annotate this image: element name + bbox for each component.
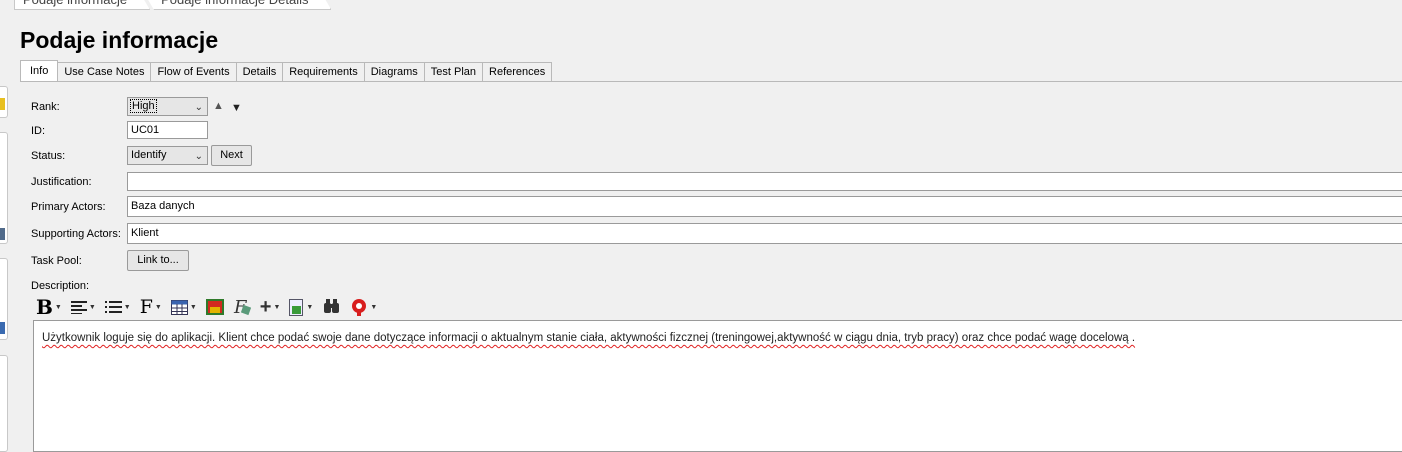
breadcrumb-item[interactable]: Podaje informacje Details	[144, 0, 331, 10]
breadcrumb: Podaje informacje Podaje informacje Deta…	[14, 0, 325, 10]
supporting-actors-field[interactable]: Klient	[127, 223, 1402, 244]
tab-flow-of-events[interactable]: Flow of Events	[151, 62, 237, 82]
formula-icon: F	[233, 298, 251, 316]
image-button[interactable]	[205, 296, 224, 318]
tab-test-plan[interactable]: Test Plan	[424, 62, 484, 82]
tab-details[interactable]: Details	[236, 62, 284, 82]
page-title: Podaje informacje	[20, 27, 219, 53]
status-select[interactable]: Identify ⌄	[127, 146, 208, 165]
justification-label: Justification:	[31, 176, 92, 188]
rank-select[interactable]: High ⌄	[127, 97, 208, 116]
note-icon	[0, 98, 5, 110]
align-button[interactable]: ▼	[70, 296, 96, 318]
rank-label: Rank:	[31, 101, 60, 113]
tab-info[interactable]: Info	[20, 60, 59, 82]
dropdown-arrow-icon: ▼	[123, 303, 131, 311]
spellcheck-button[interactable]: ▼	[350, 296, 377, 318]
justification-field[interactable]	[127, 172, 1402, 191]
image-icon	[205, 299, 224, 315]
font-icon: F	[139, 296, 153, 318]
link-to-button[interactable]: Link to...	[127, 250, 189, 271]
dropdown-arrow-icon: ▼	[370, 303, 378, 311]
list-button[interactable]: ▼	[104, 296, 131, 318]
font-button[interactable]: F ▼	[140, 296, 162, 318]
bold-icon: B	[36, 295, 53, 319]
rank-value: High	[130, 99, 157, 113]
window-icon	[0, 228, 5, 240]
document-button[interactable]: ▼	[289, 296, 313, 318]
gutter-panel[interactable]	[0, 355, 8, 452]
tab-bar: Info Use Case Notes Flow of Events Detai…	[20, 60, 553, 82]
left-gutter	[0, 0, 9, 452]
dropdown-arrow-icon: ▼	[88, 303, 96, 311]
tab-use-case-notes[interactable]: Use Case Notes	[58, 62, 152, 82]
breadcrumb-item[interactable]: Podaje informacje	[14, 0, 150, 10]
description-label: Description:	[31, 280, 90, 292]
rank-down-icon[interactable]: ▼	[231, 102, 242, 114]
description-editor[interactable]: Użytkownik loguje się do aplikacji. Klie…	[33, 320, 1402, 452]
info-panel: Rank: High ⌄ ▲ ▼ ID: UC01 Status: Identi…	[20, 82, 1402, 452]
dropdown-arrow-icon: ▼	[273, 303, 281, 311]
list-icon	[104, 301, 122, 313]
find-button[interactable]	[322, 296, 341, 318]
description-text: Użytkownik loguje się do aplikacji. Klie…	[42, 332, 1136, 344]
insert-icon: +	[259, 295, 272, 318]
diagram-icon	[0, 322, 5, 334]
formula-button[interactable]: F	[233, 296, 251, 318]
primary-actors-field[interactable]: Baza danych	[127, 196, 1402, 217]
id-label: ID:	[31, 125, 46, 137]
insert-button[interactable]: + ▼	[260, 296, 281, 318]
tab-references[interactable]: References	[483, 62, 553, 82]
document-icon	[289, 298, 304, 316]
dropdown-arrow-icon: ▼	[154, 303, 162, 311]
supporting-actors-label: Supporting Actors:	[31, 228, 121, 240]
table-icon	[170, 299, 188, 315]
next-button[interactable]: Next	[211, 145, 252, 166]
tab-requirements[interactable]: Requirements	[283, 62, 365, 82]
align-icon	[70, 301, 87, 314]
dropdown-arrow-icon: ▼	[306, 303, 314, 311]
editor-toolbar: B ▼ ▼ ▼ F ▼ ▼ F + ▼ ▼ ▼	[36, 295, 386, 319]
status-value: Identify	[131, 149, 167, 161]
task-pool-label: Task Pool:	[31, 255, 82, 267]
dropdown-arrow-icon: ▼	[189, 303, 197, 311]
rank-up-icon[interactable]: ▲	[213, 100, 224, 112]
status-label: Status:	[31, 150, 66, 162]
id-field[interactable]: UC01	[127, 121, 208, 139]
chevron-down-icon: ⌄	[194, 102, 203, 113]
spellcheck-icon	[352, 299, 367, 316]
bold-button[interactable]: B ▼	[36, 295, 62, 319]
dropdown-arrow-icon: ▼	[54, 303, 62, 311]
tab-diagrams[interactable]: Diagrams	[364, 62, 425, 82]
chevron-down-icon: ⌄	[194, 151, 203, 162]
primary-actors-label: Primary Actors:	[31, 201, 106, 213]
table-button[interactable]: ▼	[170, 296, 197, 318]
find-icon	[324, 299, 340, 313]
